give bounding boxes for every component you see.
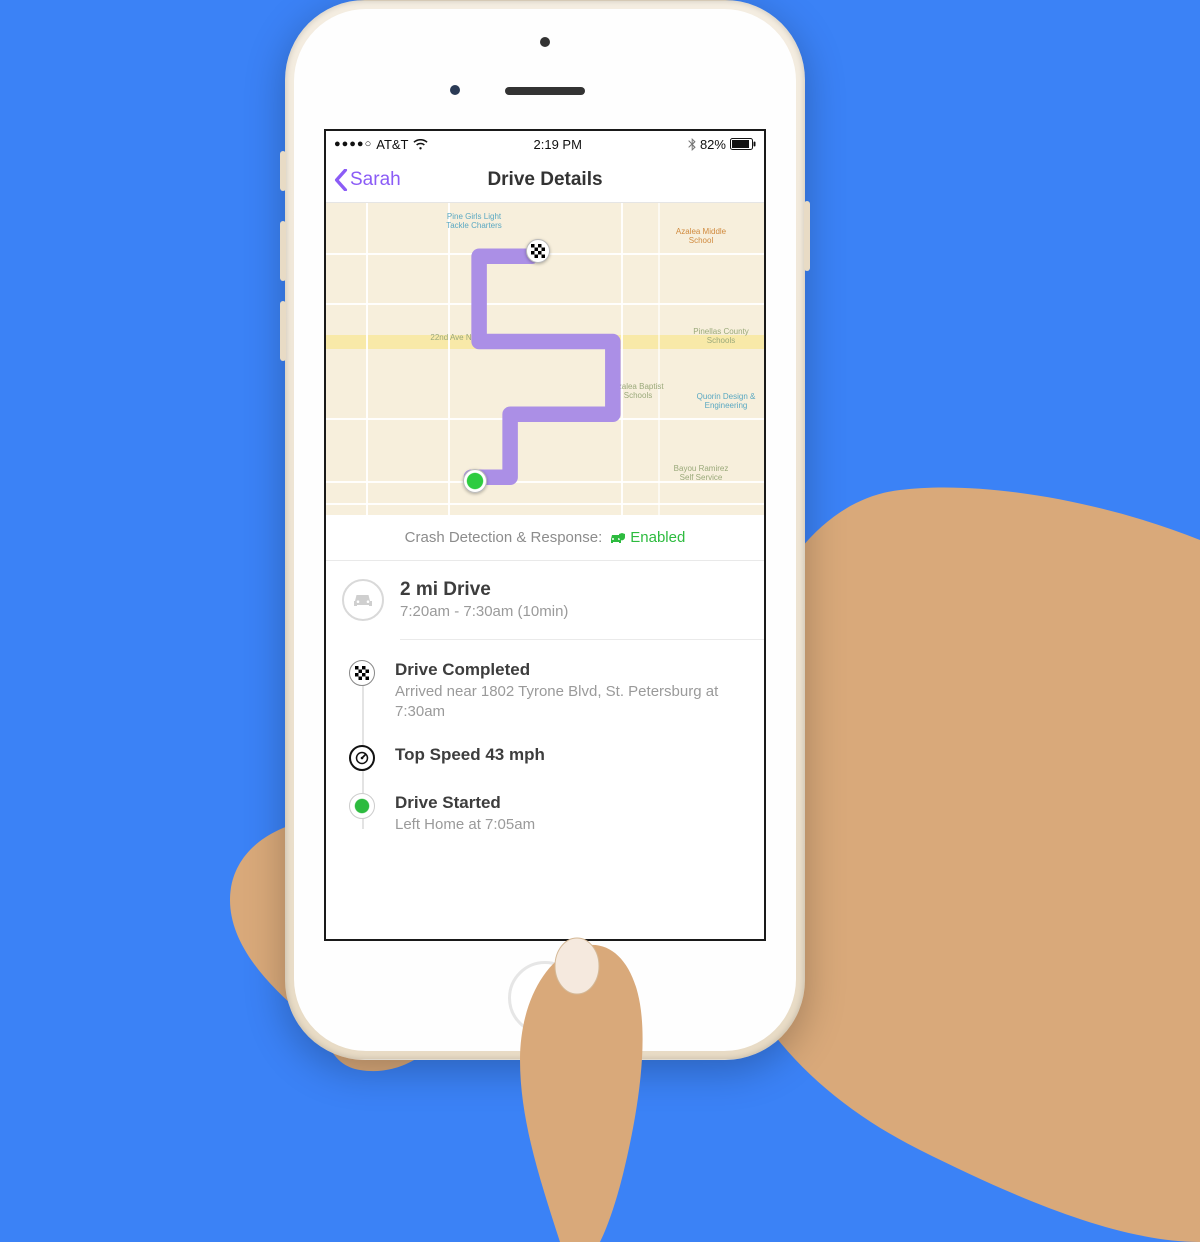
battery-icon (730, 138, 756, 150)
status-bar: ●●●●○ AT&T 2:19 PM 82% (326, 131, 764, 157)
timeline-title: Drive Started (395, 793, 535, 813)
screen: ●●●●○ AT&T 2:19 PM 82% (324, 129, 766, 941)
volume-down-button (280, 301, 286, 361)
map-poi-label: Azalea Middle School (671, 228, 731, 246)
home-button[interactable] (508, 961, 582, 1035)
speedometer-icon (349, 745, 375, 771)
status-clock: 2:19 PM (534, 137, 582, 152)
start-dot-icon (349, 793, 375, 819)
phone-frame: ●●●●○ AT&T 2:19 PM 82% (285, 0, 805, 1060)
signal-strength-icon: ●●●●○ (334, 138, 372, 150)
speaker-icon (505, 87, 585, 95)
mute-switch (280, 151, 286, 191)
carrier-label: AT&T (376, 137, 408, 152)
chevron-left-icon (334, 169, 348, 191)
timeline-subtitle: Left Home at 7:05am (395, 815, 535, 835)
start-pin-dot-icon (463, 469, 487, 493)
map-poi-label: 22nd Ave N (421, 334, 481, 343)
car-shield-icon (608, 531, 626, 545)
bluetooth-icon (688, 138, 696, 151)
crash-detection-label: Crash Detection & Response: (405, 529, 603, 546)
timeline-title: Top Speed 43 mph (395, 745, 545, 765)
wifi-icon (413, 139, 428, 150)
timeline-title: Drive Completed (395, 660, 748, 680)
back-button[interactable]: Sarah (334, 169, 401, 191)
map-poi-label: Quorin Design & Engineering (696, 393, 756, 411)
battery-percent: 82% (700, 137, 726, 152)
drive-distance-title: 2 mi Drive (400, 579, 568, 601)
map-poi-label: Pinellas County Schools (691, 328, 751, 346)
drive-summary: 2 mi Drive 7:20am - 7:30am (10min) (326, 561, 764, 639)
drive-timeline: Drive Completed Arrived near 1802 Tyrone… (326, 640, 764, 853)
car-icon (342, 579, 384, 621)
timeline-item-top-speed: Top Speed 43 mph (342, 745, 748, 771)
back-label: Sarah (350, 169, 401, 191)
proximity-sensor-icon (450, 85, 460, 95)
drive-time-subtitle: 7:20am - 7:30am (10min) (400, 603, 568, 620)
timeline-subtitle: Arrived near 1802 Tyrone Blvd, St. Peter… (395, 682, 748, 723)
map-poi-label: Bayou Ramirez Self Service (671, 465, 731, 483)
volume-up-button (280, 221, 286, 281)
route-map[interactable]: Pine Girls Light Tackle Charters Azalea M… (326, 203, 764, 515)
map-poi-label: Pine Girls Light Tackle Charters (444, 213, 504, 231)
crash-detection-row: Crash Detection & Response: Enabled (326, 515, 764, 561)
crash-detection-status: Enabled (630, 529, 685, 546)
camera-icon (540, 37, 550, 47)
nav-bar: Sarah Drive Details (326, 157, 764, 203)
timeline-item-completed: Drive Completed Arrived near 1802 Tyrone… (342, 660, 748, 723)
checker-icon (349, 660, 375, 686)
power-button (804, 201, 810, 271)
end-pin-checker-icon (526, 239, 550, 263)
map-poi-label: Azalea Baptist Schools (608, 383, 668, 401)
timeline-item-started: Drive Started Left Home at 7:05am (342, 793, 748, 835)
